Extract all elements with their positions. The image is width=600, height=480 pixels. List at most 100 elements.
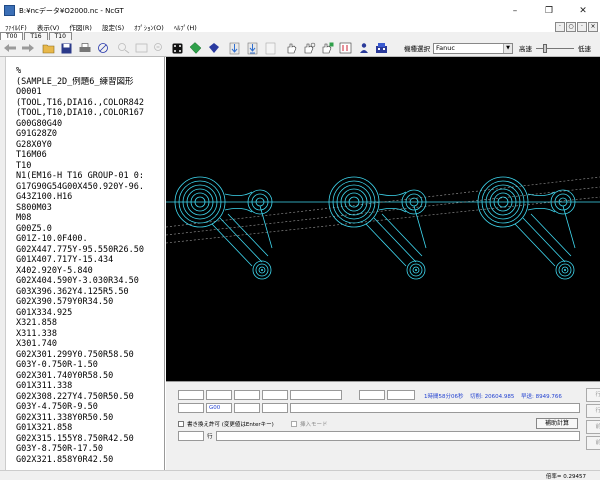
page-icon[interactable] — [262, 41, 279, 56]
mdi-close-button[interactable]: × — [588, 21, 598, 32]
code-line[interactable]: G03Y-0.750R-1.50 — [16, 360, 164, 371]
tab-t16[interactable]: T16 — [24, 32, 48, 40]
code-line[interactable]: M08 — [16, 213, 164, 224]
minimize-button[interactable]: – — [498, 0, 532, 21]
toolpath-canvas[interactable] — [166, 57, 600, 381]
back-arrow-icon[interactable] — [1, 41, 18, 56]
mdi-restore-button[interactable]: ○ — [566, 21, 576, 32]
machine-select-label: 機種選択 — [404, 45, 430, 53]
down-arrow-icon[interactable] — [226, 41, 243, 56]
code-line[interactable]: T16M06 — [16, 150, 164, 161]
step-down-icon[interactable] — [244, 41, 261, 56]
edit-line-field[interactable] — [290, 403, 580, 413]
code-line[interactable]: G02X315.155Y8.750R42.50 — [16, 434, 164, 445]
code-line[interactable]: % — [16, 66, 164, 77]
mdi-minimize-button[interactable]: · — [555, 21, 565, 32]
code-line[interactable]: G00Z5.0 — [16, 224, 164, 235]
code-line[interactable]: G28X0Y0 — [16, 140, 164, 151]
machine-icon[interactable] — [373, 41, 390, 56]
tab-t10[interactable]: T10 — [48, 32, 72, 40]
code-line[interactable]: G02X301.299Y0.750R58.50 — [16, 350, 164, 361]
open-folder-icon[interactable] — [40, 41, 57, 56]
code-scrollbar[interactable] — [0, 57, 6, 470]
code-line[interactable]: (TOOL,T16,DIA16.,COLOR842 — [16, 98, 164, 109]
code-line[interactable]: X402.920Y-5.840 — [16, 266, 164, 277]
menu-options[interactable]: ｵﾌﾟｼｮﾝ(O) — [129, 22, 169, 32]
sort-icon[interactable] — [337, 41, 354, 56]
speed-slider-thumb[interactable] — [542, 43, 547, 53]
code-line[interactable]: G02X321.858Y0R42.50 — [16, 455, 164, 466]
code-line[interactable]: S800M03 — [16, 203, 164, 214]
total-time: 1時間58分06秒 — [424, 394, 464, 400]
previous-button-1[interactable]: 前の — [586, 420, 600, 434]
mdi-dot-button[interactable]: · — [577, 21, 587, 32]
code-line[interactable]: G01X311.338 — [16, 381, 164, 392]
hand-icon[interactable] — [283, 41, 300, 56]
chevron-down-icon[interactable]: ▼ — [503, 43, 512, 53]
code-line[interactable]: G03Y-4.750R-9.50 — [16, 402, 164, 413]
aux-calc-button[interactable]: 補助計算 — [536, 418, 578, 429]
print-icon[interactable] — [76, 41, 93, 56]
code-line[interactable]: O0001 — [16, 87, 164, 98]
machine-select[interactable]: Fanuc ▼ — [433, 42, 513, 54]
insert-line-button[interactable]: 行挿 — [586, 404, 600, 418]
code-line[interactable]: X321.858 — [16, 318, 164, 329]
zoom-out-icon[interactable] — [151, 41, 168, 56]
save-icon[interactable] — [58, 41, 75, 56]
menu-view[interactable]: 表示(V) — [32, 22, 65, 32]
menu-help[interactable]: ﾍﾙﾌﾟ(H) — [169, 22, 202, 32]
code-line[interactable]: G02X311.338Y0R50.50 — [16, 413, 164, 424]
code-line[interactable]: G01X334.925 — [16, 308, 164, 319]
person-icon[interactable] — [355, 41, 372, 56]
dice-icon[interactable] — [169, 41, 186, 56]
rapid-distance: 早送: 8949.766 — [521, 394, 562, 400]
draw-tool-icon[interactable] — [94, 41, 111, 56]
maximize-button[interactable]: ❐ — [532, 0, 566, 21]
code-line[interactable]: G02X390.579Y0R34.50 — [16, 297, 164, 308]
code-line[interactable]: G43Z100.H16 — [16, 192, 164, 203]
tab-t00[interactable]: T00 — [0, 32, 24, 40]
zoom-in-icon[interactable] — [115, 41, 132, 56]
tag-icon[interactable] — [187, 41, 204, 56]
speed-slider-track — [536, 47, 574, 49]
code-line[interactable]: G01X407.717Y-15.434 — [16, 255, 164, 266]
code-line[interactable]: X311.338 — [16, 329, 164, 340]
code-line[interactable]: G02X308.227Y4.750R50.50 — [16, 392, 164, 403]
code-line[interactable]: G02X301.740Y0R58.50 — [16, 371, 164, 382]
hand-zoom-icon[interactable] — [301, 41, 318, 56]
title-bar: B:¥ncデータ¥O2000.nc - NcGT – ❐ ✕ — [0, 0, 600, 21]
forward-arrow-icon[interactable] — [19, 41, 36, 56]
coord-field-1 — [178, 390, 204, 400]
hand-rotate-icon[interactable] — [319, 41, 336, 56]
speed-slider[interactable] — [536, 43, 574, 54]
code-line[interactable]: T10 — [16, 161, 164, 172]
line-number-field[interactable] — [178, 431, 204, 441]
code-line[interactable]: N1(EM16-H T16 GROUP-01 0: — [16, 171, 164, 182]
overwrite-checkbox[interactable] — [178, 421, 184, 427]
code-line[interactable]: G03Y-8.750R-17.50 — [16, 444, 164, 455]
delete-line-button[interactable]: 行削 — [586, 388, 600, 402]
code-line[interactable]: G00G80G40 — [16, 119, 164, 130]
code-line[interactable]: (TOOL,T10,DIA10.,COLOR167 — [16, 108, 164, 119]
zoom-fit-icon[interactable] — [133, 41, 150, 56]
line-input-field[interactable] — [216, 431, 580, 441]
menu-file[interactable]: ﾌｧｲﾙ(F) — [0, 22, 32, 32]
code-line[interactable]: G91G28Z0 — [16, 129, 164, 140]
code-line[interactable]: G01Z-10.0F400. — [16, 234, 164, 245]
code-line[interactable]: G17G90G54G00X450.920Y-96. — [16, 182, 164, 193]
code-line[interactable]: G03X396.362Y4.125R5.50 — [16, 287, 164, 298]
toolpath-end-point — [564, 269, 566, 271]
code-line[interactable]: G02X404.590Y-3.030R34.50 — [16, 276, 164, 287]
previous-button-2[interactable]: 前の — [586, 436, 600, 450]
insert-mode-checkbox[interactable] — [291, 421, 297, 427]
menu-settings[interactable]: 設定(S) — [97, 22, 129, 32]
param-field-1 — [178, 403, 204, 413]
code-line[interactable]: G01X321.858 — [16, 423, 164, 434]
nc-code-panel[interactable]: % (SAMPLE_2D_例題6_練習図形 O0001 (TOOL,T16,DIA16… — [0, 57, 165, 470]
diamond-icon[interactable] — [205, 41, 222, 56]
close-button[interactable]: ✕ — [566, 0, 600, 21]
code-line[interactable]: X301.740 — [16, 339, 164, 350]
code-line[interactable]: G02X447.775Y-95.550R26.50 — [16, 245, 164, 256]
menu-draw[interactable]: 作図(R) — [64, 22, 97, 32]
code-line[interactable]: (SAMPLE_2D_例題6_練習図形 — [16, 77, 164, 88]
